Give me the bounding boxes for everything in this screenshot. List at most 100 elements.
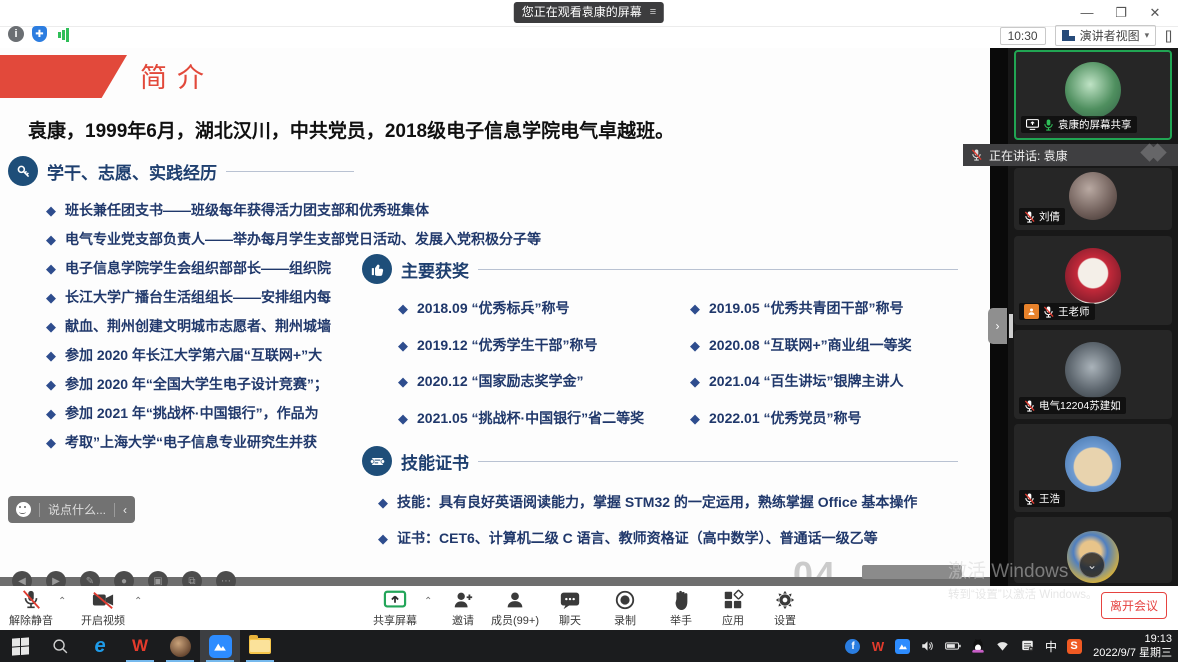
tray-meeting-icon[interactable] — [895, 638, 911, 654]
diamond-bullet-icon: ◆ — [46, 435, 56, 450]
divider — [478, 461, 958, 462]
search-button[interactable] — [40, 630, 80, 662]
shared-screen-taskbar-strip: ◀ ▶ ✎ ● ▣ ⧉ ⋯ — [0, 577, 990, 586]
start-video-button[interactable]: 开启视频 — [74, 589, 132, 628]
fullscreen-icon[interactable]: [ ] — [1165, 28, 1170, 43]
participant-name: 王浩 — [1039, 491, 1060, 506]
speaking-toast: 正在讲话: 袁康 — [963, 144, 1178, 166]
avatar — [1065, 62, 1121, 118]
award-item: ◆2021.04 “百生讲坛”银牌主讲人 — [690, 371, 990, 391]
volume-icon[interactable] — [920, 638, 936, 654]
settings-button[interactable]: 设置 — [756, 589, 814, 628]
certificate-icon — [362, 446, 392, 476]
taskbar-clock[interactable]: 19:13 2022/9/7 星期三 — [1093, 632, 1172, 660]
taskbar-meeting-app[interactable] — [200, 630, 240, 662]
start-button[interactable] — [0, 630, 40, 662]
participant-tile[interactable]: 王老师 — [1014, 236, 1172, 325]
participant-name: 王老师 — [1058, 304, 1090, 319]
diamond-bullet-icon: ◆ — [46, 290, 56, 305]
skill-item: ◆技能：具有良好英语阅读能力，掌握 STM32 的一定运用，熟练掌握 Offic… — [378, 484, 917, 520]
folder-icon — [249, 638, 271, 654]
app-avatar-icon — [170, 636, 191, 657]
participant-tile[interactable]: 刘倩 — [1014, 168, 1172, 230]
chat-button[interactable]: 聊天 — [541, 589, 599, 628]
participant-name: 刘倩 — [1039, 209, 1060, 224]
sidebar-drag-handle[interactable] — [1009, 314, 1013, 338]
minimize-button[interactable]: — — [1070, 0, 1104, 27]
battery-icon[interactable] — [945, 638, 961, 654]
emoji-icon[interactable] — [16, 502, 31, 517]
participant-tile-sharing[interactable]: 袁康的屏幕共享 — [1014, 50, 1172, 140]
participant-tile[interactable]: 电气12204苏建如 — [1014, 330, 1172, 419]
security-shield-icon[interactable]: ✚ — [32, 26, 47, 42]
chat-collapse-icon[interactable]: ‹ — [123, 503, 127, 517]
list-item: ◆班长兼任团支书——班级每年获得活力团支部和优秀班集体 — [46, 196, 986, 225]
slide-headline: 袁康，1999年6月，湖北汉川，中共党员，2018级电子信息学院电气卓越班。 — [28, 116, 978, 143]
speaking-toast-text: 正在讲话: 袁康 — [989, 147, 1068, 164]
banner-menu-icon[interactable]: ≡ — [650, 2, 656, 23]
avatar — [1069, 172, 1117, 220]
share-screen-icon — [383, 589, 407, 611]
apps-button[interactable]: 应用 — [704, 589, 762, 628]
tray-wps-icon[interactable]: W — [870, 638, 886, 654]
mic-muted-icon — [1043, 306, 1054, 318]
record-button[interactable]: 录制 — [596, 589, 654, 628]
host-badge-icon — [1024, 304, 1039, 319]
members-button[interactable]: 成员(99+) — [486, 589, 544, 628]
shared-screen-slide: 简介 袁康，1999年6月，湖北汉川，中共党员，2018级电子信息学院电气卓越班… — [0, 48, 990, 577]
qq-penguin-icon[interactable] — [970, 638, 986, 654]
key-icon — [8, 156, 38, 186]
ime-indicator[interactable]: 中 — [1045, 638, 1057, 655]
diamond-bullet-icon: ◆ — [46, 319, 56, 334]
raise-hand-icon — [671, 589, 691, 611]
network-quality-icon[interactable] — [55, 26, 73, 44]
scroll-down-participants-button[interactable]: ⌄ — [1079, 552, 1105, 578]
share-screen-button[interactable]: 共享屏幕 — [366, 589, 424, 628]
taskbar-browser-app[interactable] — [160, 630, 200, 662]
taskbar-file-explorer[interactable] — [240, 630, 280, 662]
close-button[interactable]: ✕ — [1138, 0, 1172, 27]
meeting-logo-watermark — [1148, 146, 1164, 159]
network-icon[interactable] — [995, 638, 1011, 654]
video-options-chevron[interactable]: ⌃ — [134, 596, 142, 607]
notes-icon[interactable] — [1020, 638, 1036, 654]
participant-tile[interactable]: 王浩 — [1014, 424, 1172, 512]
slide-title: 简介 — [140, 56, 214, 95]
skills-panel: 技能证书 ◆技能：具有良好英语阅读能力，掌握 STM32 的一定运用，熟练掌握 … — [352, 440, 990, 577]
search-icon — [52, 638, 69, 655]
diamond-bullet-icon: ◆ — [46, 406, 56, 421]
camera-muted-icon — [91, 589, 115, 611]
tray-flash-icon[interactable]: f — [845, 638, 861, 654]
diamond-bullet-icon: ◆ — [46, 203, 56, 218]
maximize-button[interactable]: ❐ — [1104, 0, 1138, 27]
raise-hand-button[interactable]: 举手 — [652, 589, 710, 628]
mic-on-icon — [1043, 119, 1054, 131]
mic-muted-icon — [20, 589, 42, 611]
share-options-chevron[interactable]: ⌃ — [424, 596, 432, 607]
taskbar-edge-app[interactable]: e — [80, 630, 120, 662]
awards-panel: 主要获奖 ◆2018.09 “优秀标兵”称号 ◆2019.05 “优秀共青团干部… — [352, 252, 990, 445]
mute-options-chevron[interactable]: ⌃ — [58, 596, 66, 607]
wps-icon: W — [132, 636, 148, 656]
chat-input-placeholder[interactable]: 说点什么... — [48, 501, 106, 518]
invite-button[interactable]: 邀请 — [434, 589, 492, 628]
sogou-icon[interactable]: S — [1066, 638, 1082, 654]
divider — [114, 503, 115, 517]
award-item: ◆2021.05 “挑战杯·中国银行”省二等奖 — [398, 408, 690, 428]
sidebar-collapse-tab[interactable]: › — [988, 308, 1007, 344]
meeting-app-window: 您正在观看袁康的屏幕 ≡ — ❐ ✕ i ✚ 10:30 演讲者视图 ▾ [ ] — [0, 0, 1178, 662]
award-item: ◆2020.12 “国家励志奖学金” — [398, 371, 690, 391]
shared-tray-block — [862, 565, 962, 579]
watching-screen-banner[interactable]: 您正在观看袁康的屏幕 ≡ — [514, 2, 664, 23]
meeting-info-icon[interactable]: i — [8, 26, 24, 42]
view-mode-dropdown[interactable]: 演讲者视图 ▾ — [1055, 25, 1157, 46]
participant-name: 电气12204苏建如 — [1039, 398, 1121, 413]
leave-meeting-button[interactable]: 离开会议 — [1101, 592, 1167, 619]
unmute-button[interactable]: 解除静音 — [2, 589, 60, 628]
skills-section-title: 技能证书 — [401, 449, 469, 474]
quick-chat-bar[interactable]: 说点什么... ‹ — [8, 496, 135, 523]
diamond-bullet-icon: ◆ — [46, 377, 56, 392]
taskbar-wps-app[interactable]: W — [120, 630, 160, 662]
slide-title-banner — [0, 55, 127, 98]
invite-icon — [452, 589, 474, 611]
